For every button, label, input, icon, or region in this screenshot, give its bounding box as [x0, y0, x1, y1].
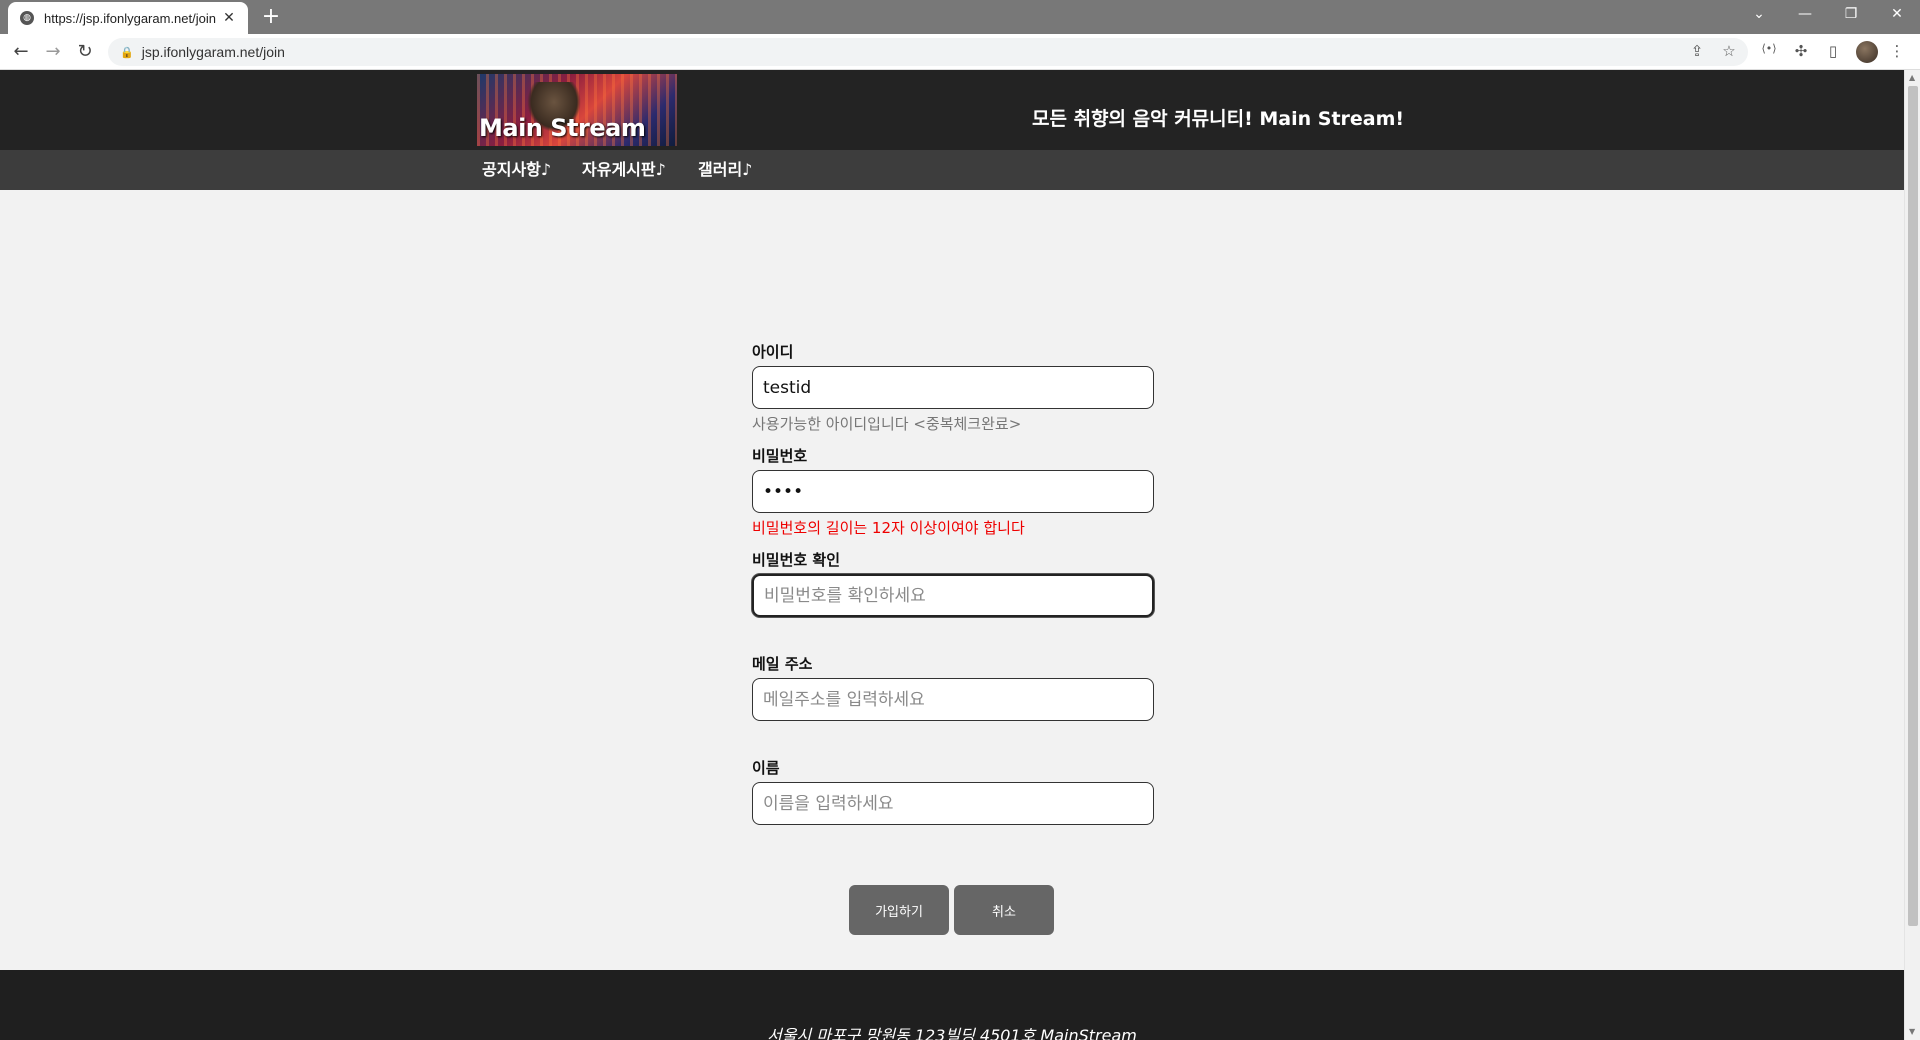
password-input[interactable] — [752, 470, 1154, 513]
minimize-button[interactable]: — — [1782, 0, 1828, 28]
restore-button[interactable]: ❐ — [1828, 0, 1874, 28]
share-icon[interactable]: ⇪ — [1686, 42, 1708, 60]
scrollbar-thumb[interactable] — [1908, 86, 1918, 926]
nav-free-board[interactable]: 자유게시판♪ — [582, 150, 666, 190]
footer-address: 서울시 마포구 망원동 123빌딩 4501호 MainStream — [767, 1026, 1137, 1040]
address-bar[interactable]: 🔒 jsp.ifonlygaram.net/join — [108, 38, 1748, 66]
reload-icon[interactable]: ↻ — [72, 39, 98, 65]
tab-close-icon[interactable]: ✕ — [220, 10, 238, 26]
email-input[interactable] — [752, 678, 1154, 721]
browser-tab-bar: ◍ https://jsp.ifonlygaram.net/join ✕ + ⌄… — [0, 0, 1920, 34]
browser-tab[interactable]: ◍ https://jsp.ifonlygaram.net/join ✕ — [8, 2, 248, 34]
site-footer: 서울시 마포구 망원동 123빌딩 4501호 MainStream — [0, 970, 1904, 1040]
puzzle-icon[interactable]: ✣ — [1790, 42, 1812, 60]
password-error-message: 비밀번호의 길이는 12자 이상이여야 합니다 — [752, 519, 1025, 537]
side-panel-icon[interactable]: ▯ — [1822, 42, 1844, 60]
forward-icon[interactable]: → — [40, 39, 66, 65]
id-input[interactable] — [752, 366, 1154, 409]
browser-toolbar: ← → ↻ 🔒 jsp.ifonlygaram.net/join ⇪ ☆ ⟨•⟩… — [0, 34, 1920, 70]
password-label: 비밀번호 — [752, 447, 808, 465]
name-input[interactable] — [752, 782, 1154, 825]
globe-icon: ◍ — [20, 11, 34, 25]
tab-search-icon[interactable]: ⌄ — [1736, 0, 1782, 28]
kebab-menu-icon[interactable]: ⋮ — [1886, 42, 1908, 60]
logo-text: Main Stream — [479, 114, 646, 142]
lock-icon[interactable]: 🔒 — [120, 46, 134, 59]
nav-gallery[interactable]: 갤러리♪ — [698, 150, 752, 190]
id-label: 아이디 — [752, 343, 794, 361]
profile-avatar[interactable] — [1856, 41, 1878, 63]
new-tab-button[interactable]: + — [258, 4, 284, 30]
main-nav: 공지사항♪ 자유게시판♪ 갤러리♪ — [0, 150, 1904, 190]
scroll-down-icon[interactable]: ▼ — [1909, 1028, 1917, 1036]
bookmark-star-icon[interactable]: ☆ — [1718, 42, 1740, 60]
url-text: jsp.ifonlygaram.net/join — [141, 44, 285, 60]
site-logo[interactable]: Main Stream — [477, 74, 677, 146]
back-icon[interactable]: ← — [8, 39, 34, 65]
password-confirm-input[interactable] — [752, 574, 1154, 617]
site-header: Main Stream 모든 취향의 음악 커뮤니티! Main Stream! — [0, 70, 1904, 150]
password-confirm-label: 비밀번호 확인 — [752, 551, 841, 569]
tab-title: https://jsp.ifonlygaram.net/join — [44, 10, 216, 26]
extension-icon[interactable]: ⟨•⟩ — [1758, 42, 1780, 55]
name-label: 이름 — [752, 759, 780, 777]
page-scrollbar[interactable]: ▲ ▼ — [1904, 70, 1920, 1040]
cancel-button[interactable]: 취소 — [954, 885, 1054, 935]
site-tagline: 모든 취향의 음악 커뮤니티! Main Stream! — [1032, 108, 1405, 130]
page-content: Main Stream 모든 취향의 음악 커뮤니티! Main Stream!… — [0, 70, 1904, 1040]
email-label: 메일 주소 — [752, 655, 813, 673]
nav-notice[interactable]: 공지사항♪ — [482, 150, 551, 190]
submit-button[interactable]: 가입하기 — [849, 885, 949, 935]
scroll-up-icon[interactable]: ▲ — [1909, 74, 1917, 82]
id-check-message: 사용가능한 아이디입니다 <중복체크완료> — [752, 415, 1022, 433]
close-window-button[interactable]: ✕ — [1874, 0, 1920, 28]
